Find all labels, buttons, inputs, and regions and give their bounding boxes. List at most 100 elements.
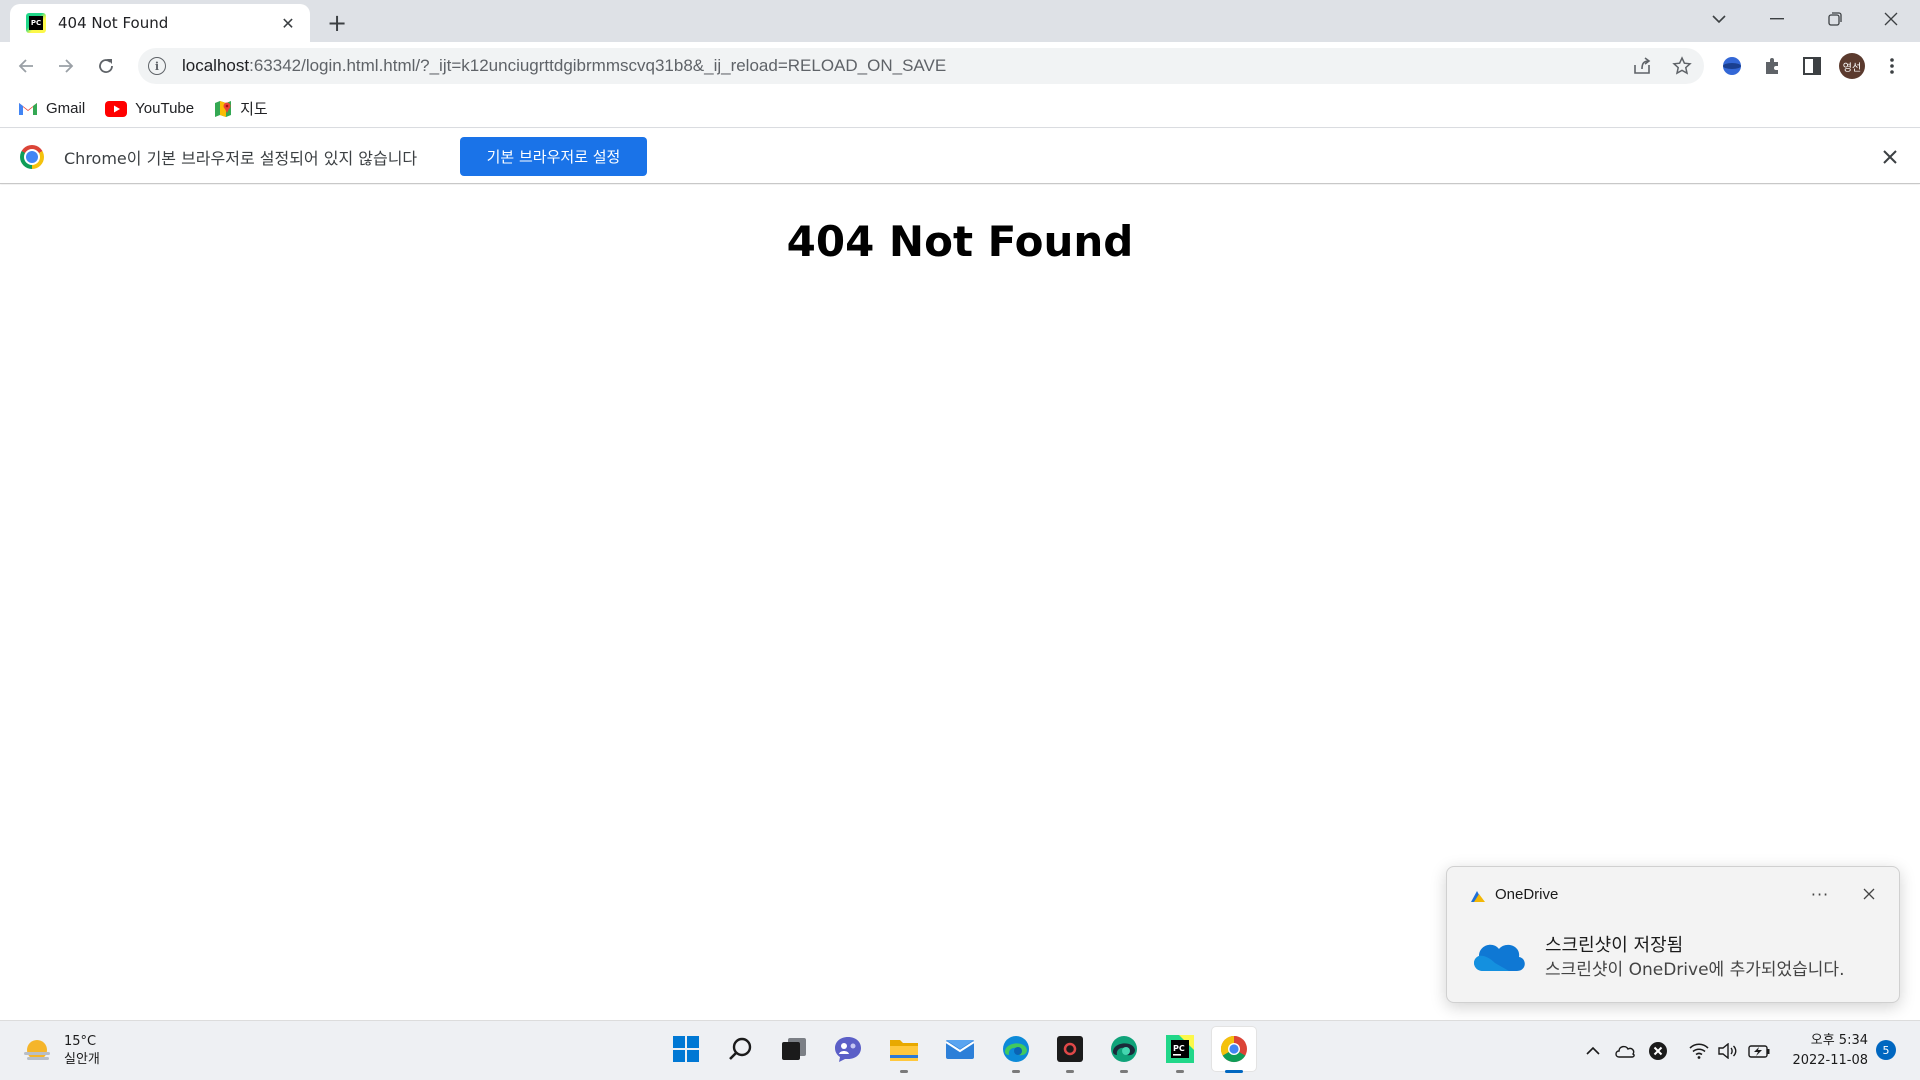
onedrive-notification[interactable]: OneDrive ··· 스크린샷이 저장됨 스크린샷이 OneDrive에 추… — [1446, 866, 1900, 1003]
avatar: 영선 — [1839, 53, 1865, 79]
forward-button[interactable] — [50, 50, 82, 82]
taskbar-pycharm-button[interactable]: PC — [1158, 1027, 1202, 1073]
record-icon — [1057, 1036, 1083, 1062]
kebab-menu-icon — [1890, 58, 1894, 74]
pycharm-icon: PC — [1166, 1035, 1194, 1063]
chat-icon — [835, 1037, 861, 1062]
set-default-browser-button[interactable]: 기본 브라우저로 설정 — [460, 137, 647, 176]
taskbar-file-explorer-button[interactable] — [882, 1027, 926, 1073]
extensions-menu-button[interactable] — [1756, 50, 1788, 82]
back-button[interactable] — [10, 50, 42, 82]
new-tab-button[interactable]: + — [322, 8, 352, 38]
mail-icon — [945, 1040, 975, 1059]
taskbar-start-button[interactable] — [664, 1027, 708, 1071]
fog-weather-icon — [24, 1040, 50, 1060]
tab-search-button[interactable] — [1690, 0, 1748, 38]
taskbar-media-app-button[interactable] — [1048, 1027, 1092, 1073]
taskbar-task-view-button[interactable] — [772, 1027, 816, 1071]
tray-volume-button[interactable] — [1714, 1021, 1742, 1080]
close-icon — [1883, 150, 1897, 164]
chevron-up-icon — [1586, 1046, 1600, 1055]
taskbar-edge-button[interactable] — [994, 1027, 1038, 1073]
cloud-icon — [1615, 1045, 1635, 1058]
running-indicator-active — [1225, 1070, 1243, 1073]
side-panel-button[interactable] — [1796, 50, 1828, 82]
close-icon — [1884, 12, 1898, 26]
running-indicator — [1120, 1070, 1128, 1073]
bookmark-label: YouTube — [135, 100, 195, 117]
window-close-button[interactable] — [1862, 0, 1920, 38]
weather-condition: 실안개 — [64, 1052, 100, 1067]
bookmark-gmail[interactable]: Gmail — [18, 100, 85, 117]
url-text[interactable]: localhost:63342/login.html.html/?_ijt=k1… — [182, 56, 946, 76]
battery-charging-icon — [1748, 1045, 1770, 1058]
bookmark-label: Gmail — [46, 100, 86, 117]
share-icon — [1634, 57, 1651, 74]
toast-close-button[interactable] — [1855, 881, 1883, 907]
svg-text:PC: PC — [1173, 1044, 1185, 1053]
side-panel-icon — [1803, 57, 1821, 75]
taskbar-clock[interactable]: 오후 5:34 2022-11-08 — [1782, 1031, 1868, 1071]
wifi-icon — [1689, 1043, 1709, 1059]
reload-button[interactable] — [90, 50, 122, 82]
tab-close-button[interactable]: ✕ — [278, 13, 298, 33]
page-title: 404 Not Found — [786, 217, 1134, 266]
restore-button[interactable] — [1806, 0, 1864, 38]
running-indicator — [1066, 1070, 1074, 1073]
star-icon — [1672, 56, 1692, 75]
toast-app-name: OneDrive — [1495, 886, 1559, 903]
toast-more-button[interactable]: ··· — [1805, 881, 1835, 907]
chrome-icon — [1220, 1035, 1247, 1063]
close-icon — [1863, 888, 1875, 900]
chevron-down-icon — [1712, 15, 1726, 24]
edge-dev-icon — [1111, 1036, 1137, 1062]
address-bar[interactable]: i localhost:63342/login.html.html/?_ijt=… — [138, 48, 1704, 84]
show-hidden-icons-button[interactable] — [1580, 1021, 1606, 1080]
infobar-message: Chrome이 기본 브라우저로 설정되어 있지 않습니다 — [64, 149, 418, 168]
windows-start-icon — [673, 1036, 699, 1062]
tray-app-button[interactable] — [1644, 1021, 1672, 1080]
tray-onedrive-button[interactable] — [1610, 1021, 1640, 1080]
clock-date: 2022-11-08 — [1792, 1053, 1868, 1068]
taskbar-edge-dev-button[interactable] — [1102, 1027, 1146, 1073]
taskbar-chrome-button[interactable] — [1212, 1027, 1256, 1073]
extension-globe-icon — [1723, 57, 1741, 75]
url-host: localhost — [182, 56, 250, 75]
notification-count-badge[interactable]: 5 — [1876, 1040, 1896, 1060]
close-circle-icon — [1649, 1042, 1667, 1060]
tab-title: 404 Not Found — [58, 14, 169, 32]
folder-icon — [890, 1040, 918, 1061]
puzzle-icon — [1766, 58, 1778, 74]
minimize-button[interactable] — [1748, 0, 1806, 38]
weather-widget[interactable]: 15°C 실안개 — [22, 1033, 100, 1069]
taskbar-search-button[interactable] — [718, 1027, 762, 1071]
edge-icon — [1003, 1036, 1029, 1062]
browser-toolbar: i localhost:63342/login.html.html/?_ijt=… — [0, 42, 1920, 90]
weather-text: 15°C 실안개 — [64, 1033, 100, 1069]
onedrive-small-icon — [1471, 891, 1485, 902]
chrome-menu-button[interactable] — [1876, 50, 1908, 82]
default-browser-infobar: Chrome이 기본 브라우저로 설정되어 있지 않습니다 기본 브라우저로 설… — [0, 129, 1920, 184]
running-indicator — [1176, 1070, 1184, 1073]
arrow-left-icon — [18, 59, 33, 73]
taskbar-chat-button[interactable] — [826, 1027, 870, 1071]
gmail-icon — [18, 101, 38, 116]
tray-battery-button[interactable] — [1744, 1021, 1774, 1080]
bookmark-label: 지도 — [240, 101, 268, 118]
browser-tab-active[interactable]: 404 Not Found ✕ — [10, 4, 310, 42]
profile-button[interactable]: 영선 — [1836, 50, 1868, 82]
extension-button[interactable] — [1716, 50, 1748, 82]
bookmark-youtube[interactable]: YouTube — [105, 100, 194, 117]
infobar-close-button[interactable] — [1878, 145, 1902, 169]
running-indicator — [1012, 1070, 1020, 1073]
url-path: :63342/login.html.html/?_ijt=k12unciugrt… — [249, 56, 947, 75]
share-button[interactable] — [1626, 48, 1658, 84]
bookmark-maps[interactable]: 지도 — [214, 98, 268, 119]
chrome-logo-icon — [20, 145, 44, 169]
bookmark-star-button[interactable] — [1666, 48, 1698, 84]
tray-wifi-button[interactable] — [1684, 1021, 1714, 1080]
maps-icon — [214, 100, 232, 118]
restore-icon — [1828, 12, 1842, 26]
taskbar-mail-button[interactable] — [938, 1027, 982, 1071]
site-info-icon[interactable]: i — [148, 57, 166, 75]
